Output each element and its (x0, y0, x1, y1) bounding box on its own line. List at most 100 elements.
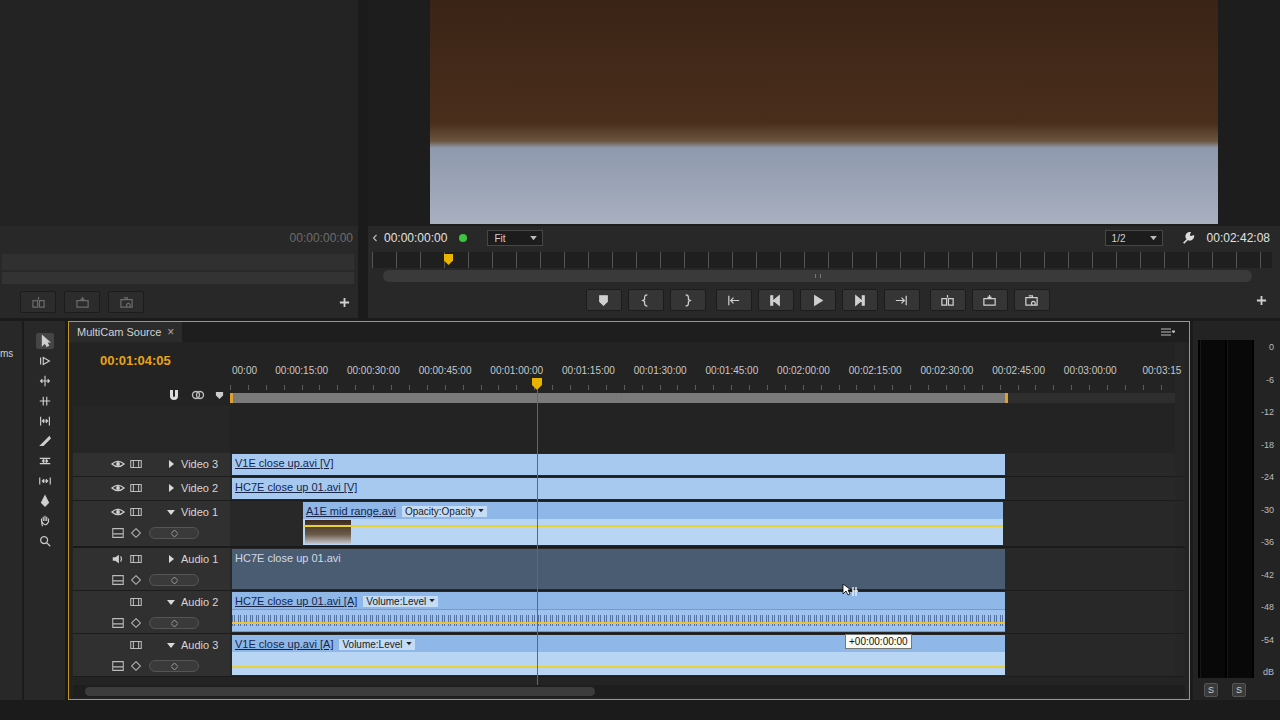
program-scrubber[interactable] (368, 250, 1280, 286)
program-zoom-bar[interactable] (383, 270, 1252, 282)
track-output-toggle[interactable] (111, 505, 125, 519)
source-time-ruler[interactable] (2, 254, 354, 270)
tool-button[interactable] (36, 513, 54, 529)
sync-lock-icon[interactable] (129, 552, 143, 566)
sync-lock-icon[interactable] (129, 505, 143, 519)
keyframe-line[interactable] (303, 525, 1003, 527)
clip[interactable]: HC7E close up 01.avi [V] (232, 478, 1005, 499)
tool-button[interactable] (36, 393, 54, 409)
keyframe-navigator[interactable] (149, 574, 199, 586)
source-zoom-bar[interactable] (2, 272, 354, 284)
keyframe-line[interactable] (232, 666, 1005, 668)
playhead-marker-icon[interactable] (444, 254, 453, 265)
track-output-toggle[interactable] (111, 552, 125, 566)
effect-dropdown[interactable]: Opacity:Opacity (402, 506, 488, 517)
tool-button[interactable] (36, 353, 54, 369)
add-marker-icon[interactable] (215, 391, 224, 400)
resolution-dropdown[interactable]: 1/2 (1105, 230, 1163, 246)
horizontal-scrollbar[interactable] (73, 685, 1185, 698)
expanded-triangle-icon[interactable] (167, 508, 175, 516)
program-time-ruler[interactable] (372, 252, 1272, 268)
clip[interactable]: V1E close up.avi [V] (232, 454, 1005, 475)
sync-lock-icon[interactable] (129, 481, 143, 495)
transport-button[interactable] (1014, 289, 1050, 311)
show-keyframes-icon[interactable] (129, 659, 143, 673)
add-button-plus-icon[interactable] (1256, 295, 1267, 306)
tool-button[interactable] (36, 333, 54, 349)
display-style-icon[interactable] (111, 659, 125, 673)
transport-button[interactable] (800, 289, 836, 311)
effect-dropdown[interactable]: Volume:Level (363, 596, 438, 607)
tool-button[interactable] (36, 413, 54, 429)
tool-button[interactable] (36, 373, 54, 389)
expanded-triangle-icon[interactable] (167, 598, 175, 606)
clip[interactable]: HC7E close up 01.avi (232, 549, 1005, 589)
transport-button[interactable] (758, 289, 794, 311)
time-ruler[interactable]: 00:0000:00:15:0000:00:30:0000:00:45:0000… (230, 342, 1175, 406)
program-timecode[interactable]: 00:00:00:00 (384, 231, 447, 245)
transport-button[interactable] (586, 289, 622, 311)
show-keyframes-icon[interactable] (129, 573, 143, 587)
track-output-toggle[interactable] (111, 481, 125, 495)
tool-button[interactable] (36, 453, 54, 469)
vertical-scrollbar[interactable] (1175, 634, 1185, 676)
solo-button[interactable]: S (1204, 683, 1218, 697)
sequence-tab[interactable]: MultiCam Source× (69, 322, 182, 342)
wrench-icon[interactable] (1181, 231, 1195, 245)
transport-button[interactable] (930, 289, 966, 311)
keyframe-navigator[interactable] (149, 617, 199, 629)
expanded-triangle-icon[interactable] (167, 641, 175, 649)
transport-button[interactable] (716, 289, 752, 311)
timeline-timecode[interactable]: 00:01:04:05 (100, 353, 230, 368)
playhead[interactable] (532, 378, 542, 685)
transport-button[interactable] (842, 289, 878, 311)
vertical-scrollbar[interactable] (1175, 406, 1185, 453)
clip[interactable]: A1E mid range.aviOpacity:Opacity (303, 502, 1003, 545)
source-button[interactable] (64, 291, 100, 313)
show-keyframes-icon[interactable] (129, 616, 143, 630)
vertical-scrollbar[interactable] (1175, 453, 1185, 476)
show-keyframes-icon[interactable] (129, 526, 143, 540)
tool-button[interactable] (36, 433, 54, 449)
clip[interactable]: HC7E close up 01.avi [A]Volume:Level (232, 592, 1005, 632)
tool-button[interactable] (36, 533, 54, 549)
display-style-icon[interactable] (111, 526, 125, 540)
track-output-toggle[interactable] (111, 595, 125, 609)
vertical-scrollbar[interactable] (1175, 591, 1185, 633)
source-button[interactable] (20, 291, 56, 313)
collapsed-triangle-icon[interactable] (167, 555, 175, 563)
playhead-marker-icon[interactable] (532, 378, 542, 390)
sync-lock-icon[interactable] (129, 457, 143, 471)
transport-button[interactable] (670, 289, 706, 311)
track-output-toggle[interactable] (111, 638, 125, 652)
tab-close-button[interactable]: × (167, 325, 174, 339)
keyframe-navigator[interactable] (149, 527, 199, 539)
collapsed-triangle-icon[interactable] (167, 460, 175, 468)
work-area-bar[interactable] (230, 393, 1008, 403)
tool-button[interactable] (36, 493, 54, 509)
source-timecode[interactable]: 00:00:00:00 (290, 231, 353, 245)
transport-button[interactable] (628, 289, 664, 311)
solo-button[interactable]: S (1232, 683, 1246, 697)
panel-menu-icon[interactable] (1161, 328, 1175, 336)
keyframe-navigator[interactable] (149, 660, 199, 672)
sync-lock-icon[interactable] (129, 595, 143, 609)
zoom-bar-grip[interactable] (815, 274, 821, 278)
horizontal-scroll-thumb[interactable] (85, 687, 595, 696)
effect-dropdown[interactable]: Volume:Level (339, 639, 414, 650)
track-output-toggle[interactable] (111, 457, 125, 471)
linked-selection-icon[interactable] (191, 388, 205, 402)
vertical-scrollbar[interactable] (1175, 477, 1185, 500)
source-button[interactable] (108, 291, 144, 313)
work-area-grip[interactable] (616, 396, 622, 400)
zoom-dropdown[interactable]: Fit (487, 230, 543, 246)
vertical-scrollbar[interactable] (1175, 501, 1185, 546)
add-button-plus-icon[interactable] (339, 297, 350, 308)
transport-button[interactable] (972, 289, 1008, 311)
vertical-scrollbar[interactable] (1175, 548, 1185, 590)
display-style-icon[interactable] (111, 573, 125, 587)
snap-magnet-icon[interactable] (167, 388, 181, 402)
display-style-icon[interactable] (111, 616, 125, 630)
transport-button[interactable] (884, 289, 920, 311)
source-scrubber[interactable] (0, 250, 358, 286)
